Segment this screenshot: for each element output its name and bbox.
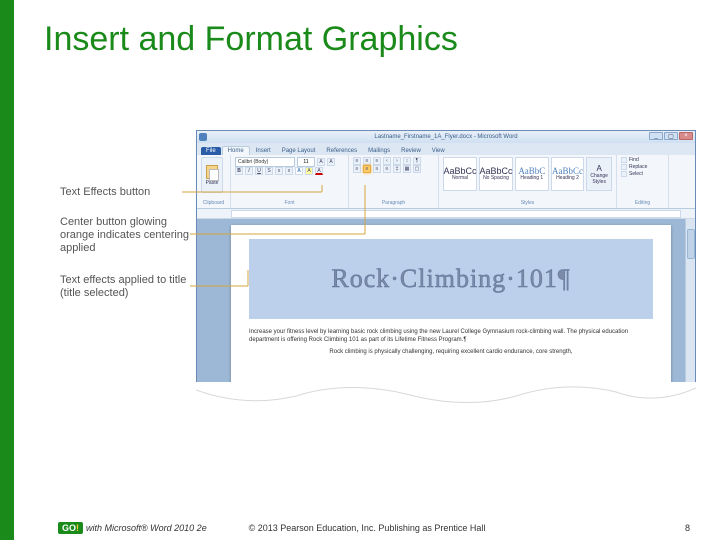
ribbon: Paste Clipboard Calibri (Body) 11 A A B … (197, 155, 695, 209)
paste-button[interactable]: Paste (201, 157, 223, 193)
multilevel-button[interactable]: ≡ (373, 157, 381, 165)
clipboard-group-label: Clipboard (201, 200, 226, 206)
highlight-button[interactable]: A (305, 167, 313, 175)
italic-button[interactable]: I (245, 167, 253, 175)
scrollbar-thumb[interactable] (687, 229, 695, 259)
quick-access-toolbar (199, 133, 207, 141)
maximize-button[interactable]: ▢ (664, 132, 678, 140)
body-paragraph-2: Rock climbing is physically challenging,… (249, 349, 653, 357)
tab-home[interactable]: Home (222, 146, 250, 155)
titlebar-text: Lastname_Firstname_1A_Flyer.docx - Micro… (374, 134, 517, 140)
document-area: Rock·Climbing·101¶ Increase your fitness… (197, 219, 695, 399)
callout-text-applied: Text effects applied to title (title sel… (60, 274, 190, 300)
superscript-button[interactable]: x (285, 167, 293, 175)
title-textbox[interactable]: Rock·Climbing·101¶ (249, 239, 653, 319)
style-normal[interactable]: AaBbCcNormal (443, 157, 477, 191)
ruler (197, 209, 695, 219)
select-icon (621, 171, 627, 177)
strike-button[interactable]: S (265, 167, 273, 175)
group-editing: Find Replace Select Editing (617, 155, 669, 208)
group-paragraph: ≡ ≡ ≡ ‹ › ↕ ¶ ≡ ≡ ≡ ≡ ‡ ▦ (349, 155, 439, 208)
change-styles-button[interactable]: A Change Styles (586, 157, 612, 191)
horizontal-ruler[interactable] (231, 210, 681, 218)
sort-button[interactable]: ↕ (403, 157, 411, 165)
footer-copyright: © 2013 Pearson Education, Inc. Publishin… (14, 523, 720, 533)
show-hide-button[interactable]: ¶ (413, 157, 421, 165)
font-name-box[interactable]: Calibri (Body) (235, 157, 295, 167)
clipboard-icon (206, 165, 218, 179)
replace-button[interactable]: Replace (621, 164, 664, 170)
style-no-spacing[interactable]: AaBbCcNo Spacing (479, 157, 513, 191)
torn-edge (196, 382, 696, 408)
font-group-label: Font (235, 200, 344, 206)
subscript-button[interactable]: x (275, 167, 283, 175)
decrease-indent-button[interactable]: ‹ (383, 157, 391, 165)
slide-title: Insert and Format Graphics (14, 0, 720, 69)
borders-button[interactable]: ▢ (413, 165, 421, 173)
styles-group-label: Styles (443, 200, 612, 206)
font-size-box[interactable]: 11 (297, 157, 315, 167)
document-page[interactable]: Rock·Climbing·101¶ Increase your fitness… (231, 225, 671, 400)
shading-button[interactable]: ▦ (403, 165, 411, 173)
tab-mailings[interactable]: Mailings (363, 147, 395, 155)
minimize-button[interactable]: _ (649, 132, 663, 140)
font-color-button[interactable]: A (315, 167, 323, 175)
close-button[interactable]: × (679, 132, 693, 140)
style-heading2[interactable]: AaBbCcHeading 2 (551, 157, 585, 191)
callout-center-button: Center button glowing orange indicates c… (60, 216, 190, 256)
ribbon-tabs: File Home Insert Page Layout References … (197, 143, 695, 155)
vertical-scrollbar[interactable] (685, 219, 695, 399)
slide: Insert and Format Graphics Lastname_Firs… (0, 0, 720, 540)
shrink-font-button[interactable]: A (327, 158, 335, 166)
footer-page-number: 8 (685, 523, 690, 533)
body-paragraph-1: Increase your fitness level by learning … (249, 329, 653, 345)
group-font: Calibri (Body) 11 A A B I U S x x A A (231, 155, 349, 208)
replace-icon (621, 164, 627, 170)
find-icon (621, 157, 627, 163)
body-text: Increase your fitness level by learning … (249, 329, 653, 356)
word-window: Lastname_Firstname_1A_Flyer.docx - Micro… (196, 130, 696, 400)
underline-button[interactable]: U (255, 167, 263, 175)
tab-page-layout[interactable]: Page Layout (277, 147, 321, 155)
tab-review[interactable]: Review (396, 147, 426, 155)
align-left-button[interactable]: ≡ (353, 165, 361, 173)
group-clipboard: Paste Clipboard (197, 155, 231, 208)
paragraph-group-label: Paragraph (353, 200, 434, 206)
tab-file[interactable]: File (201, 147, 221, 155)
title-text: Rock·Climbing·101¶ (331, 264, 570, 294)
numbering-button[interactable]: ≡ (363, 157, 371, 165)
tab-insert[interactable]: Insert (251, 147, 276, 155)
align-right-button[interactable]: ≡ (373, 165, 381, 173)
line-spacing-button[interactable]: ‡ (393, 165, 401, 173)
tab-references[interactable]: References (321, 147, 362, 155)
find-button[interactable]: Find (621, 157, 664, 163)
titlebar: Lastname_Firstname_1A_Flyer.docx - Micro… (197, 131, 695, 143)
bullets-button[interactable]: ≡ (353, 157, 361, 165)
window-controls: _ ▢ × (649, 132, 693, 140)
text-effects-button[interactable]: A (295, 167, 303, 175)
grow-font-button[interactable]: A (317, 158, 325, 166)
figure: Lastname_Firstname_1A_Flyer.docx - Micro… (60, 130, 696, 430)
justify-button[interactable]: ≡ (383, 165, 391, 173)
align-center-button[interactable]: ≡ (363, 165, 371, 173)
style-heading1[interactable]: AaBbCHeading 1 (515, 157, 549, 191)
tab-view[interactable]: View (427, 147, 450, 155)
editing-group-label: Editing (621, 200, 664, 206)
select-button[interactable]: Select (621, 171, 664, 177)
bold-button[interactable]: B (235, 167, 243, 175)
callout-text-effects: Text Effects button (60, 186, 182, 199)
word-icon (199, 133, 207, 141)
group-styles: AaBbCcNormal AaBbCcNo Spacing AaBbCHeadi… (439, 155, 617, 208)
increase-indent-button[interactable]: › (393, 157, 401, 165)
